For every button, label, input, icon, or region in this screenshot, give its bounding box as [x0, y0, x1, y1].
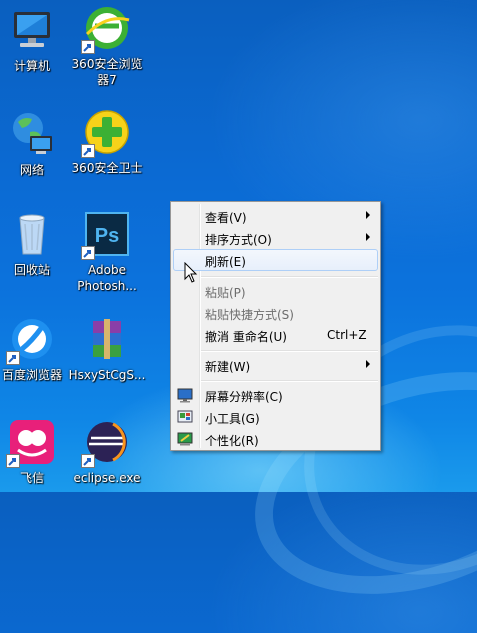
menu-item-label: 查看(V) [205, 211, 247, 225]
menu-item-screen-resolution[interactable]: 屏幕分辨率(C) [173, 384, 378, 406]
menu-item-gadgets[interactable]: 小工具(G) [173, 406, 378, 428]
desktop-icon-360-browser[interactable]: 360安全浏览 器7 [64, 4, 150, 88]
menu-item-shortcut: Ctrl+Z [327, 328, 367, 342]
desktop-icon-label: Adobe Photosh... [77, 263, 137, 293]
desktop-icon-label: eclipse.exe [73, 471, 141, 485]
svg-text:Ps: Ps [95, 225, 119, 247]
desktop-context-menu: 查看(V) 排序方式(O) 刷新(E) 粘贴(P) 粘贴快捷方式(S) 撤消 重… [170, 201, 381, 451]
gadgets-icon [177, 409, 193, 425]
baidu-browser-icon [6, 315, 56, 365]
shortcut-arrow-icon [81, 40, 95, 54]
menu-item-label: 小工具(G) [205, 412, 260, 426]
shortcut-arrow-icon [81, 454, 95, 468]
menu-separator [201, 276, 378, 278]
photoshop-icon: Ps [81, 210, 131, 260]
menu-item-refresh[interactable]: 刷新(E) [173, 249, 378, 271]
menu-item-paste[interactable]: 粘贴(P) [173, 280, 378, 302]
screen-resolution-icon [177, 387, 193, 403]
menu-item-label: 新建(W) [205, 360, 251, 374]
desktop-icon-winrar-archive[interactable]: HsxyStCgS... [64, 315, 150, 383]
menu-separator [201, 380, 378, 382]
menu-separator [201, 350, 378, 352]
menu-item-label: 粘贴快捷方式(S) [205, 308, 294, 322]
desktop-icon-label: HsxyStCgS... [68, 368, 146, 382]
recycle-bin-icon [8, 210, 56, 258]
network-globe-icon [8, 110, 56, 158]
computer-icon [8, 6, 56, 54]
mouse-pointer-icon [184, 261, 198, 288]
menu-item-undo-rename[interactable]: 撤消 重命名(U) Ctrl+Z [173, 324, 378, 346]
shortcut-arrow-icon [6, 351, 20, 365]
submenu-arrow-icon [366, 360, 370, 368]
360-browser-icon [81, 4, 131, 54]
menu-item-personalize[interactable]: 个性化(R) [173, 428, 378, 450]
menu-item-paste-shortcut[interactable]: 粘贴快捷方式(S) [173, 302, 378, 324]
winrar-archive-icon [83, 315, 131, 363]
fetion-icon [6, 418, 56, 468]
menu-item-label: 排序方式(O) [205, 233, 272, 247]
desktop-icon-label: 360安全卫士 [71, 161, 143, 175]
menu-item-label: 粘贴(P) [205, 286, 246, 300]
desktop-icon-photoshop[interactable]: Ps Adobe Photosh... [64, 210, 150, 294]
360-safeguard-icon [81, 108, 131, 158]
menu-item-label: 刷新(E) [205, 255, 246, 269]
submenu-arrow-icon [366, 211, 370, 219]
eclipse-icon [81, 418, 131, 468]
desktop-icon-eclipse[interactable]: eclipse.exe [64, 418, 150, 486]
menu-item-new[interactable]: 新建(W) [173, 354, 378, 376]
desktop-icon-360-safeguard[interactable]: 360安全卫士 [64, 108, 150, 176]
shortcut-arrow-icon [81, 246, 95, 260]
menu-item-view[interactable]: 查看(V) [173, 205, 378, 227]
menu-item-label: 撤消 重命名(U) [205, 330, 287, 344]
menu-item-label: 个性化(R) [205, 434, 259, 448]
desktop-icon-label: 360安全浏览 器7 [71, 57, 143, 87]
submenu-arrow-icon [366, 233, 370, 241]
shortcut-arrow-icon [81, 144, 95, 158]
menu-item-sort-by[interactable]: 排序方式(O) [173, 227, 378, 249]
shortcut-arrow-icon [6, 454, 20, 468]
menu-item-label: 屏幕分辨率(C) [205, 390, 283, 404]
personalize-icon [177, 431, 193, 447]
